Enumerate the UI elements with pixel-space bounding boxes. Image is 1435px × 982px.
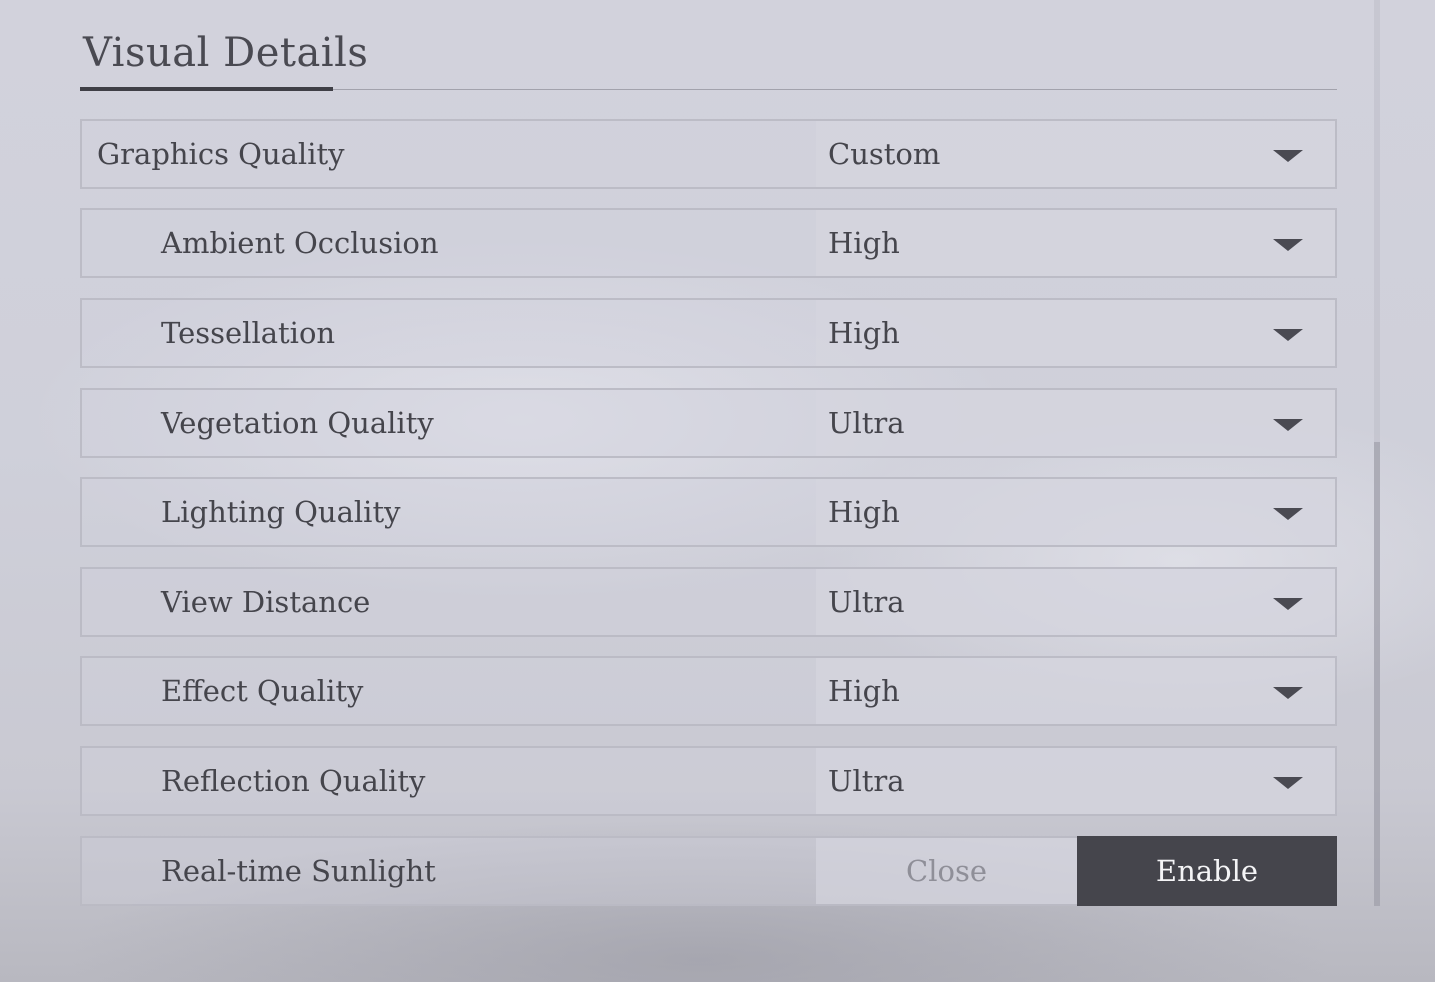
sunlight-enable-button[interactable]: Enable [1077,836,1337,906]
setting-row-graphics-quality: Graphics Quality Custom [80,119,1337,189]
setting-label: Tessellation [161,316,336,350]
section-title: Visual Details [83,30,369,76]
chevron-down-icon [1273,329,1303,341]
setting-row-reflection-quality: Reflection Quality Ultra [80,746,1337,816]
lighting-quality-dropdown[interactable]: High [816,479,1335,545]
setting-label: Effect Quality [161,674,364,708]
setting-row-real-time-sunlight: Real-time Sunlight Close Enable [80,836,1337,906]
effect-quality-dropdown[interactable]: High [816,658,1335,724]
setting-label: Graphics Quality [97,137,345,171]
reflection-quality-dropdown[interactable]: Ultra [816,748,1335,814]
graphics-quality-dropdown[interactable]: Custom [816,121,1335,187]
dropdown-value: High [828,316,900,350]
setting-label: View Distance [161,585,371,619]
section-title-underline [80,87,333,91]
setting-label: Real-time Sunlight [161,854,436,888]
setting-label: Ambient Occlusion [161,226,439,260]
dropdown-value: High [828,226,900,260]
dropdown-value: Ultra [828,585,905,619]
sunlight-close-button[interactable]: Close [816,838,1077,904]
setting-row-effect-quality: Effect Quality High [80,656,1337,726]
ambient-occlusion-dropdown[interactable]: High [816,210,1335,276]
scrollbar-thumb[interactable] [1374,442,1380,906]
setting-row-ambient-occlusion: Ambient Occlusion High [80,208,1337,278]
dropdown-value: High [828,495,900,529]
view-distance-dropdown[interactable]: Ultra [816,569,1335,635]
chevron-down-icon [1273,687,1303,699]
dropdown-value: Ultra [828,764,905,798]
chevron-down-icon [1273,239,1303,251]
setting-label: Vegetation Quality [161,406,434,440]
setting-label: Reflection Quality [161,764,426,798]
chevron-down-icon [1273,598,1303,610]
chevron-down-icon [1273,150,1303,162]
chevron-down-icon [1273,419,1303,431]
dropdown-value: High [828,674,900,708]
chevron-down-icon [1273,777,1303,789]
dropdown-value: Custom [828,137,941,171]
chevron-down-icon [1273,508,1303,520]
setting-label: Lighting Quality [161,495,401,529]
setting-row-view-distance: View Distance Ultra [80,567,1337,637]
tessellation-dropdown[interactable]: High [816,300,1335,366]
setting-row-tessellation: Tessellation High [80,298,1337,368]
setting-row-vegetation-quality: Vegetation Quality Ultra [80,388,1337,458]
setting-row-lighting-quality: Lighting Quality High [80,477,1337,547]
dropdown-value: Ultra [828,406,905,440]
vegetation-quality-dropdown[interactable]: Ultra [816,390,1335,456]
